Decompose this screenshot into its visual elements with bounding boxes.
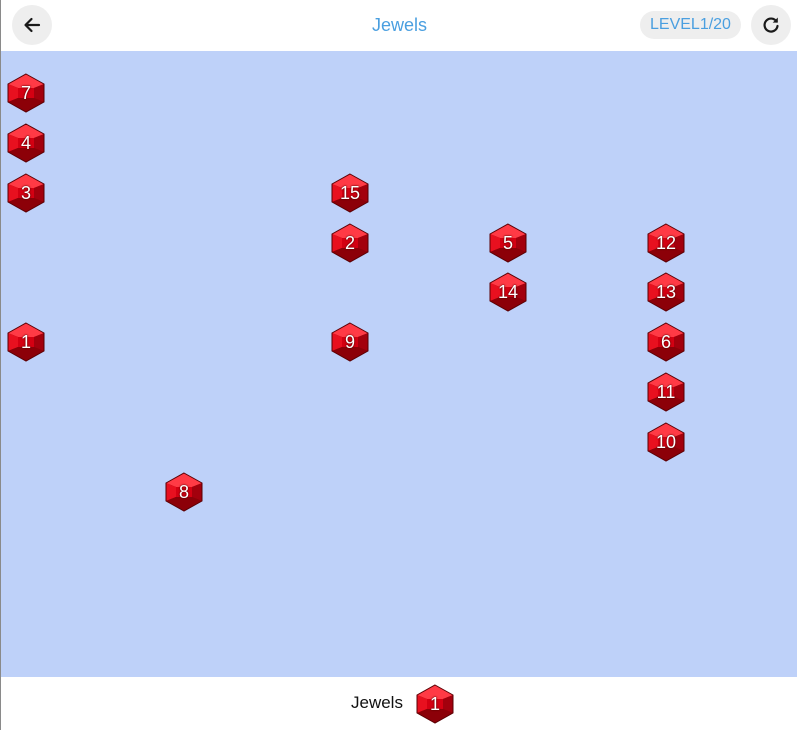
jewel[interactable]: 9 [330,322,370,362]
jewel[interactable]: 13 [646,272,686,312]
restart-button[interactable] [751,5,791,45]
top-bar: Jewels LEVEL1/20 [1,0,797,51]
ruby-gem-icon [647,372,685,412]
ruby-gem-icon [647,322,685,362]
ruby-gem-icon [331,173,369,213]
jewel[interactable]: 14 [488,272,528,312]
jewel[interactable]: 10 [646,422,686,462]
refresh-icon [763,17,779,33]
ruby-gem-icon [331,322,369,362]
jewel[interactable]: 3 [6,173,46,213]
ruby-gem-icon [331,223,369,263]
ruby-gem-icon [416,684,454,724]
jewel[interactable]: 4 [6,123,46,163]
game-screen: Jewels LEVEL1/20 7 4 3 1 15 2 9 8 5 14 1… [0,0,797,730]
jewel[interactable]: 1 [6,322,46,362]
jewel[interactable]: 11 [646,372,686,412]
footer-bar: Jewels 1 [1,677,797,730]
jewel[interactable]: 2 [330,223,370,263]
ruby-gem-icon [7,322,45,362]
ruby-gem-icon [7,73,45,113]
jewel[interactable]: 8 [164,472,204,512]
jewel[interactable]: 6 [646,322,686,362]
ruby-gem-icon [7,173,45,213]
level-indicator: LEVEL1/20 [640,11,741,39]
ruby-gem-icon [489,272,527,312]
jewel[interactable]: 15 [330,173,370,213]
ruby-gem-icon [7,123,45,163]
footer-label: Jewels [351,693,403,712]
ruby-gem-icon [165,472,203,512]
ruby-gem-icon [647,272,685,312]
jewel[interactable]: 5 [488,223,528,263]
next-jewel-indicator: 1 [415,684,455,724]
jewel[interactable]: 7 [6,73,46,113]
ruby-gem-icon [489,223,527,263]
ruby-gem-icon [647,422,685,462]
ruby-gem-icon [647,223,685,263]
jewel[interactable]: 12 [646,223,686,263]
game-board: 7 4 3 1 15 2 9 8 5 14 12 13 6 11 10 [1,51,797,677]
arrow-left-icon [24,17,41,33]
back-button[interactable] [12,5,52,45]
